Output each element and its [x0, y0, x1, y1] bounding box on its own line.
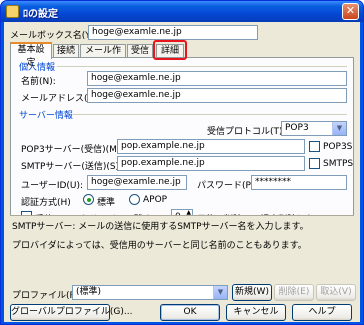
profile-select[interactable]: (標準) ▼ [72, 285, 228, 300]
smtps-label: SMTPS [323, 159, 354, 169]
settings-dialog: ﾛの設定 ✕ メールボックス名(Y): hoge@examle.ne.jp 基本… [0, 0, 364, 325]
pop3s-checkbox[interactable] [309, 141, 320, 152]
profile-delete-button[interactable]: 削除(E) [274, 284, 314, 301]
tab-advanced-highlight [153, 40, 187, 60]
auth-apop-label: APOP [143, 195, 168, 205]
mailbox-name-label: メールボックス名(Y): [10, 31, 98, 41]
password-field[interactable]: ******** [251, 175, 347, 190]
smtp-server-label: SMTPサーバー(送信)(S): [21, 162, 123, 172]
help-button[interactable]: ヘルプ [292, 304, 352, 321]
tab-connection[interactable]: 接続 [53, 44, 79, 58]
help-line-1: SMTPサーバー: メールの送信に使用するSMTPサーバー名を入力します。 [12, 222, 309, 232]
personal-info-group-label: 個人情報 [19, 63, 56, 73]
app-icon [6, 5, 19, 18]
protocol-value: POP3 [285, 123, 309, 133]
password-label: パスワード(P): [197, 181, 258, 191]
help-line-2: プロバイダによっては、受信用のサーバーと同じ名前のこともあります。 [12, 241, 307, 251]
protocol-label: 受信プロトコル(T): [207, 127, 286, 137]
name-field[interactable]: hoge@examle.ne.jp [87, 71, 347, 86]
close-button[interactable]: ✕ [342, 3, 359, 20]
name-label: 名前(N): [21, 77, 56, 87]
mailbox-name-field[interactable]: hoge@examle.ne.jp [88, 25, 258, 40]
window-title: ﾛの設定 [23, 9, 58, 20]
title-bar[interactable]: ﾛの設定 ✕ [1, 1, 363, 22]
cancel-button[interactable]: キャンセル [226, 304, 286, 321]
auth-standard-radio[interactable] [83, 194, 94, 205]
protocol-select[interactable]: POP3 ▼ [281, 121, 347, 136]
server-info-group-label: サーバー情報 [19, 111, 73, 121]
personal-info-divider [57, 66, 347, 67]
global-profile-button[interactable]: グローバルプロファイル(G)... [10, 304, 133, 321]
pop3-server-label: POP3サーバー(受信)(M): [21, 145, 124, 155]
server-info-divider [73, 114, 347, 115]
profile-value: (標準) [76, 287, 102, 297]
tab-panel-basic: 個人情報 名前(N): hoge@examle.ne.jp メールアドレス(A)… [10, 57, 354, 239]
smtp-server-field[interactable]: pop.example.ne.jp [117, 156, 305, 171]
user-id-field[interactable]: hoge@examle.ne.jp [87, 175, 187, 190]
help-text-area: SMTPサーバー: メールの送信に使用するSMTPサーバー名を入力します。 プロ… [10, 215, 354, 272]
chevron-down-icon: ▼ [213, 286, 227, 299]
chevron-down-icon: ▼ [332, 122, 346, 135]
tab-basic[interactable]: 基本設定 [10, 42, 52, 68]
auth-method-label: 認証方式(H) [21, 198, 71, 208]
email-field[interactable]: hoge@examle.ne.jp [87, 88, 347, 103]
ok-button[interactable]: OK [160, 304, 220, 321]
profile-new-button[interactable]: 新規(W) [232, 284, 272, 301]
auth-standard-label: 標準 [97, 198, 116, 208]
auth-apop-radio[interactable] [129, 194, 140, 205]
profile-import-button[interactable]: 取込(V) [316, 284, 356, 301]
user-id-label: ユーザーID(U): [21, 181, 84, 191]
dialog-body: メールボックス名(Y): hoge@examle.ne.jp 基本設定 接続 メ… [4, 22, 360, 322]
smtps-checkbox[interactable] [309, 158, 320, 169]
tab-receive[interactable]: 受信 [127, 44, 153, 58]
radio-selected-dot [87, 198, 91, 202]
tab-compose[interactable]: メール作成 [80, 44, 126, 69]
pop3-server-field[interactable]: pop.example.ne.jp [117, 139, 305, 154]
pop3s-label: POP3S [323, 142, 353, 152]
